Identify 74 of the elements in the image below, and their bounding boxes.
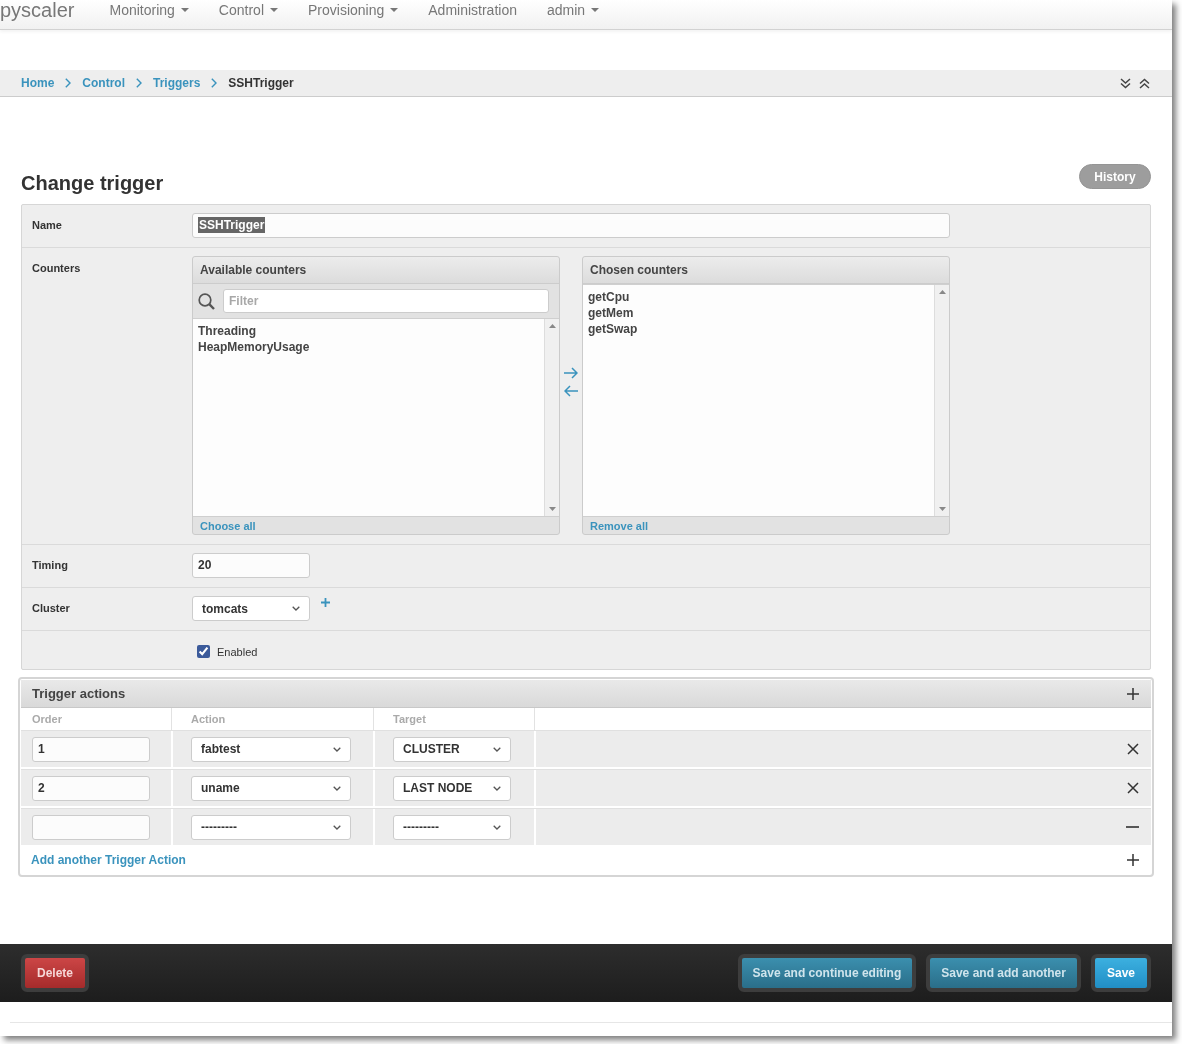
checkbox-label[interactable]: Enabled: [217, 645, 258, 658]
panel-title: Trigger actions: [32, 686, 126, 701]
column-header: Action: [191, 713, 226, 725]
search-icon: [198, 292, 215, 310]
page-title: Change trigger: [21, 171, 164, 195]
chevron-double-up-icon[interactable]: [1139, 77, 1150, 89]
list-item[interactable]: getMem: [588, 305, 929, 321]
add-action-link[interactable]: Add another Trigger Action: [31, 852, 186, 867]
text-field[interactable]: 20: [192, 553, 310, 578]
arrow-right-icon[interactable]: [564, 366, 578, 379]
scrollbar[interactable]: [934, 285, 949, 516]
nav-menu-item[interactable]: Provisioning: [308, 0, 399, 20]
breadcrumb-link[interactable]: Home: [21, 76, 55, 90]
arrow-left-icon[interactable]: [564, 384, 578, 397]
chevron-down-icon: [333, 824, 341, 830]
box-title: Available counters: [193, 257, 559, 284]
chevron-down-icon: [333, 746, 341, 752]
scroll-up-icon[interactable]: [938, 290, 946, 294]
field-label: Cluster: [31, 601, 71, 616]
scroll-down-icon[interactable]: [548, 507, 556, 511]
column-header: Order: [32, 713, 62, 725]
checkbox[interactable]: [197, 645, 210, 658]
chevron-down-icon: [292, 606, 300, 611]
close-icon[interactable]: [1127, 743, 1139, 755]
dropdown[interactable]: LAST NODE: [393, 775, 511, 801]
scroll-up-icon[interactable]: [548, 324, 556, 328]
chevron-down-icon: [333, 785, 341, 791]
chevron-down-icon: [493, 824, 501, 830]
filter-field[interactable]: Filter: [223, 289, 549, 313]
remove-all-link[interactable]: Remove all: [590, 519, 649, 532]
history-button[interactable]: History: [1079, 164, 1151, 189]
nav-menu-item[interactable]: Administration: [428, 0, 517, 20]
chevron-right-icon: [211, 78, 218, 88]
field-label: Name: [31, 218, 63, 233]
breadcrumb-link[interactable]: Control: [82, 76, 125, 90]
save-button[interactable]: Save and add another: [926, 954, 1081, 992]
plus-icon[interactable]: [1127, 687, 1139, 700]
box-title: Chosen counters: [583, 257, 949, 284]
chevron-right-icon: [136, 78, 142, 88]
dropdown[interactable]: ---------: [191, 814, 351, 840]
text-field[interactable]: SSHTrigger: [192, 213, 950, 238]
chevron-right-icon: [65, 78, 72, 88]
brand-logo[interactable]: pyscaler: [0, 0, 75, 21]
current-page-label: SSHTrigger: [228, 76, 294, 90]
breadcrumb-link[interactable]: Triggers: [153, 76, 201, 90]
dropdown[interactable]: ---------: [393, 814, 511, 840]
list-item[interactable]: Threading: [198, 323, 539, 339]
dropdown[interactable]: tomcats: [192, 596, 310, 621]
dropdown[interactable]: fabtest: [191, 736, 351, 762]
column-header: Target: [393, 713, 426, 725]
field-label: Timing: [31, 558, 69, 573]
dropdown[interactable]: uname: [191, 775, 351, 801]
scrollbar[interactable]: [544, 319, 559, 516]
save-button[interactable]: Save: [1090, 954, 1151, 992]
save-button[interactable]: Save and continue editing: [737, 954, 917, 992]
field-label: Counters: [31, 261, 82, 276]
plus-icon[interactable]: [1127, 853, 1139, 866]
nav-menu-item[interactable]: admin: [546, 0, 600, 20]
list-item[interactable]: HeapMemoryUsage: [198, 339, 539, 355]
chevron-down-icon: [493, 746, 501, 752]
text-field[interactable]: [32, 814, 150, 840]
delete-button[interactable]: Delete: [21, 954, 90, 992]
list-item[interactable]: getCpu: [588, 289, 929, 305]
dropdown[interactable]: CLUSTER: [393, 736, 511, 762]
text-field[interactable]: 2: [32, 775, 150, 801]
chevron-down-icon: [493, 785, 501, 791]
list-item[interactable]: getSwap: [588, 321, 929, 337]
choose-all-link[interactable]: Choose all: [200, 519, 256, 532]
nav-menu-item[interactable]: Monitoring: [109, 0, 189, 20]
text-field[interactable]: 1: [32, 736, 150, 762]
chevron-double-down-icon[interactable]: [1120, 77, 1131, 89]
nav-menu-item[interactable]: Control: [218, 0, 278, 20]
close-icon[interactable]: [1127, 782, 1139, 794]
scroll-down-icon[interactable]: [938, 507, 946, 511]
